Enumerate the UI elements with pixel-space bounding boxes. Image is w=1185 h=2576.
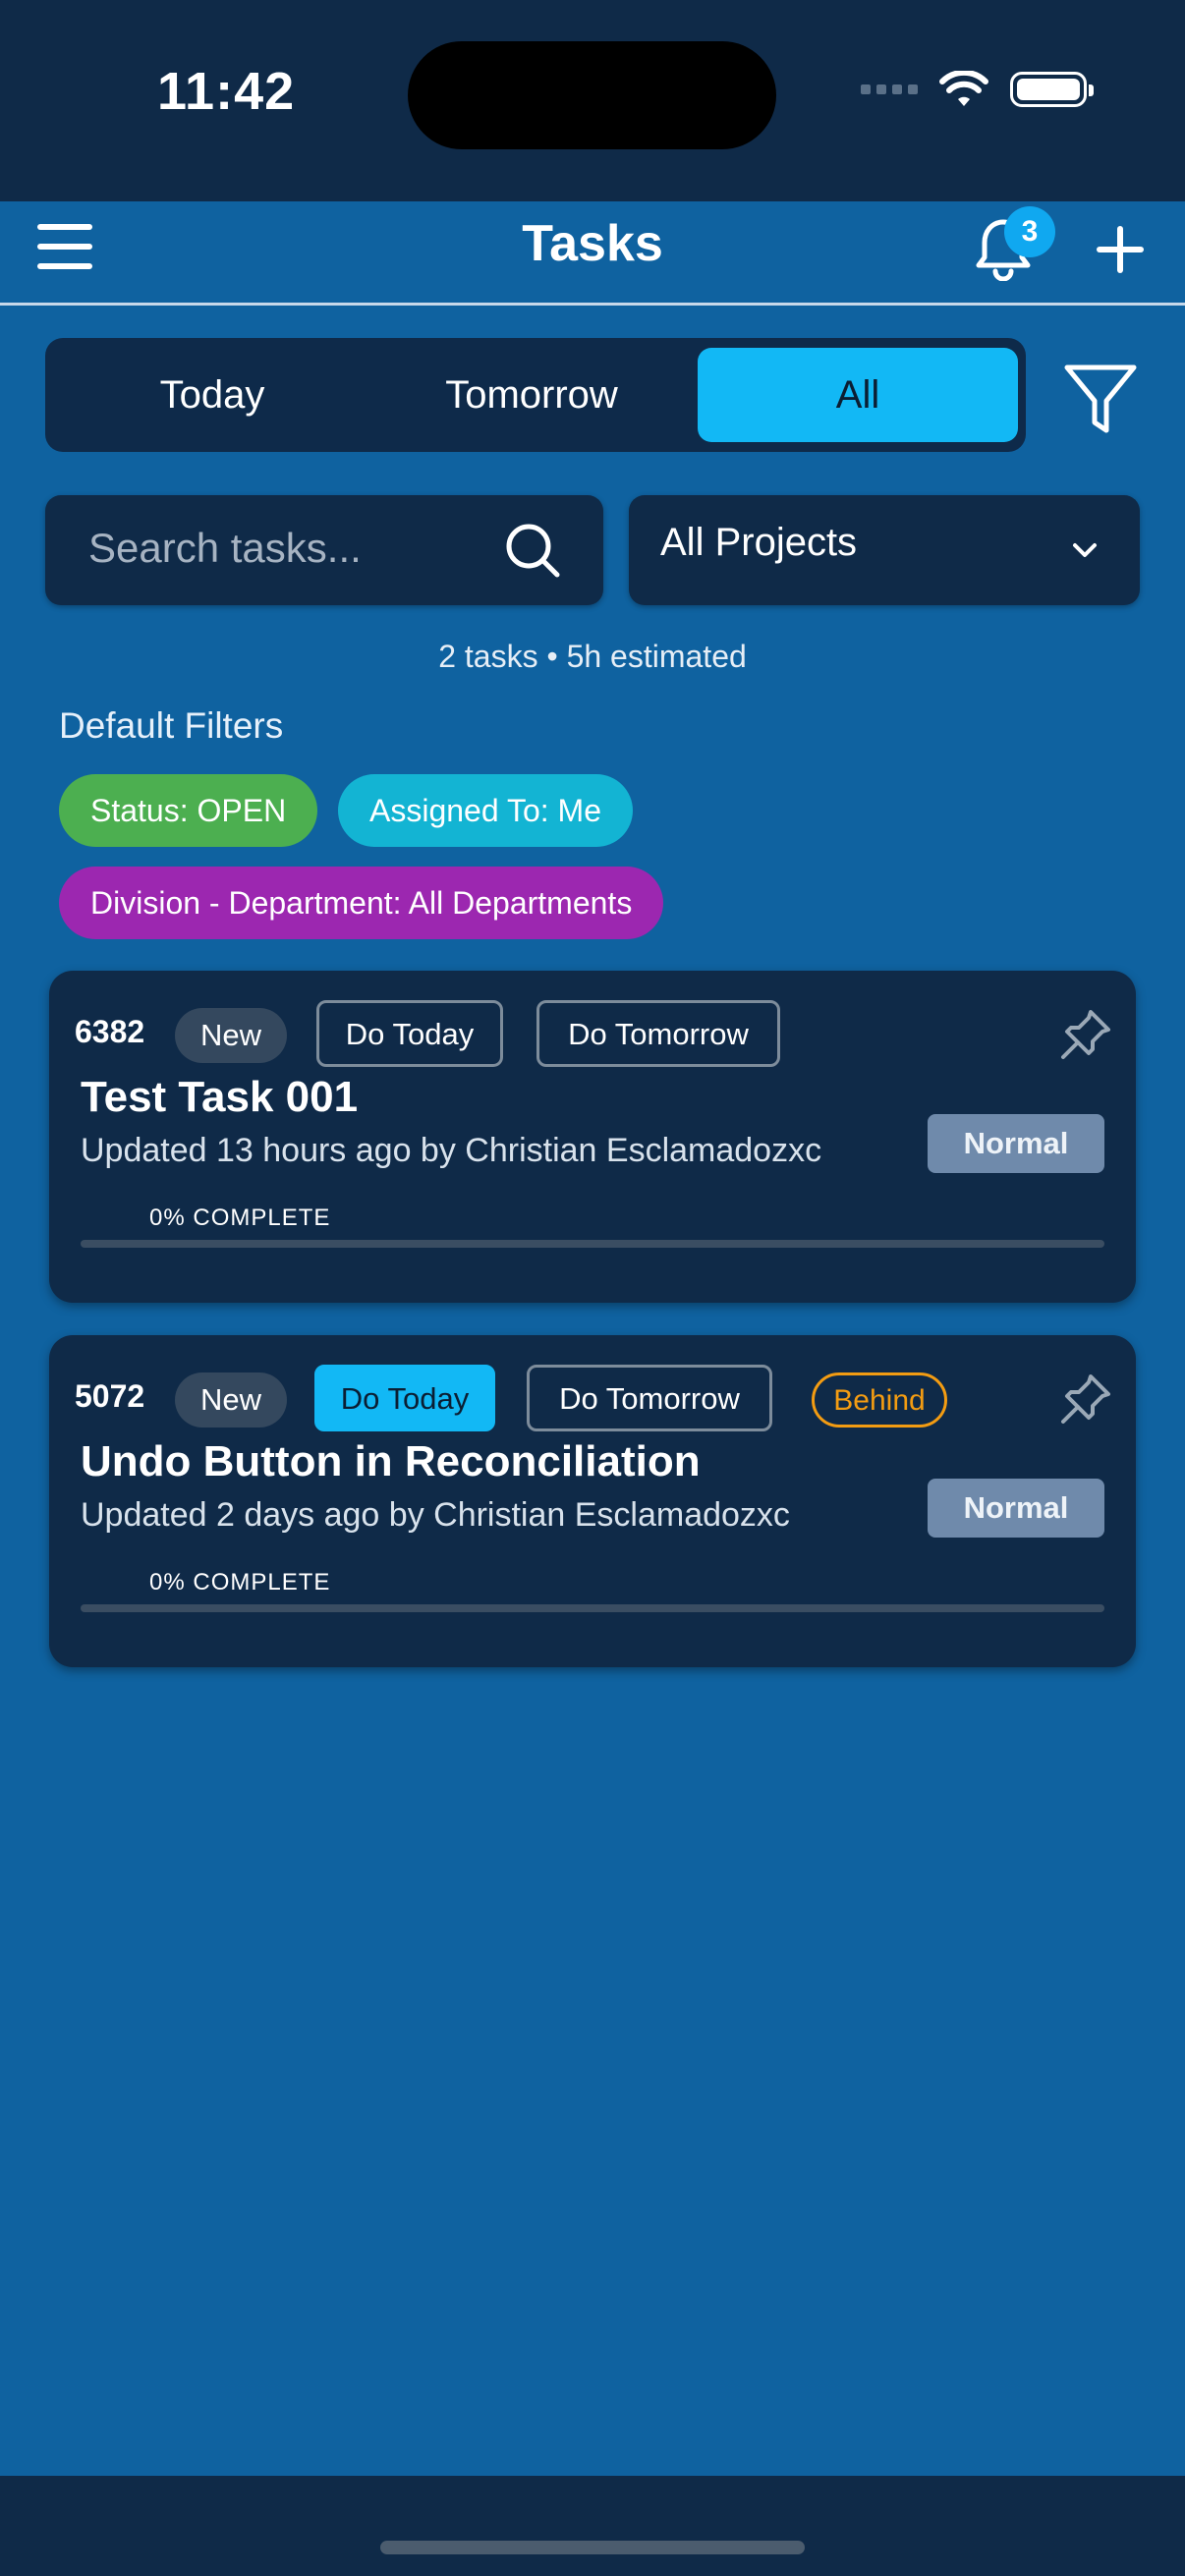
status-icons [861, 71, 1094, 108]
default-filters-label: Default Filters [59, 705, 284, 746]
progress-label: 0% COMPLETE [149, 1204, 331, 1231]
pin-icon[interactable] [1057, 1006, 1114, 1063]
status-bar: 11:42 Tasks 3 [0, 0, 1185, 281]
task-id: 6382 [75, 1014, 145, 1049]
task-title: Test Task 001 [81, 1073, 359, 1121]
search-input[interactable]: Search tasks... [45, 495, 603, 605]
task-updated: Updated 2 days ago by Christian Esclamad… [81, 1496, 790, 1534]
priority-badge: Normal [928, 1479, 1104, 1538]
task-title: Undo Button in Reconciliation [81, 1437, 701, 1485]
task-card[interactable]: 5072 New Do Today Do Tomorrow Behind Und… [49, 1335, 1136, 1667]
do-today-button[interactable]: Do Today [314, 1365, 495, 1431]
dynamic-island [408, 41, 776, 149]
status-time: 11:42 [157, 62, 296, 121]
tasks-summary: 2 tasks • 5h estimated [438, 639, 747, 674]
do-tomorrow-button[interactable]: Do Tomorrow [536, 1000, 780, 1067]
priority-badge: Normal [928, 1114, 1104, 1173]
search-placeholder: Search tasks... [88, 525, 362, 571]
notification-badge: 3 [1004, 206, 1055, 257]
wifi-icon [939, 71, 988, 106]
signal-icon [861, 84, 918, 94]
do-today-button[interactable]: Do Today [316, 1000, 503, 1067]
task-card[interactable]: 6382 New Do Today Do Tomorrow Test Task … [49, 971, 1136, 1303]
behind-badge: Behind [812, 1372, 947, 1428]
segment-tomorrow[interactable]: Tomorrow [374, 348, 689, 442]
task-updated: Updated 13 hours ago by Christian Esclam… [81, 1132, 822, 1169]
chevron-down-icon [1073, 543, 1097, 557]
filter-chip-status[interactable]: Status: OPEN [59, 774, 318, 847]
add-task-button[interactable] [1093, 222, 1148, 277]
task-status-badge: New [175, 1008, 287, 1063]
battery-icon [1010, 72, 1094, 107]
do-tomorrow-button[interactable]: Do Tomorrow [527, 1365, 772, 1431]
progress-label: 0% COMPLETE [149, 1569, 331, 1596]
task-id: 5072 [75, 1378, 145, 1414]
search-icon[interactable] [503, 521, 562, 580]
project-select[interactable]: All Projects [629, 495, 1140, 605]
progress-bar [81, 1604, 1104, 1612]
progress-bar [81, 1240, 1104, 1248]
bottom-bar [0, 2476, 1185, 2576]
home-indicator[interactable] [380, 2541, 805, 2554]
task-status-badge: New [175, 1372, 287, 1428]
filter-chip-assigned[interactable]: Assigned To: Me [338, 774, 633, 847]
date-segment-control: Today Tomorrow All [45, 338, 1026, 452]
filter-icon[interactable] [1061, 360, 1140, 438]
filter-chip-division[interactable]: Division - Department: All Departments [59, 867, 664, 939]
project-select-value: All Projects [660, 521, 858, 564]
pin-icon[interactable] [1057, 1371, 1114, 1428]
header-divider [0, 303, 1185, 306]
segment-all[interactable]: All [698, 348, 1018, 442]
segment-today[interactable]: Today [65, 348, 360, 442]
